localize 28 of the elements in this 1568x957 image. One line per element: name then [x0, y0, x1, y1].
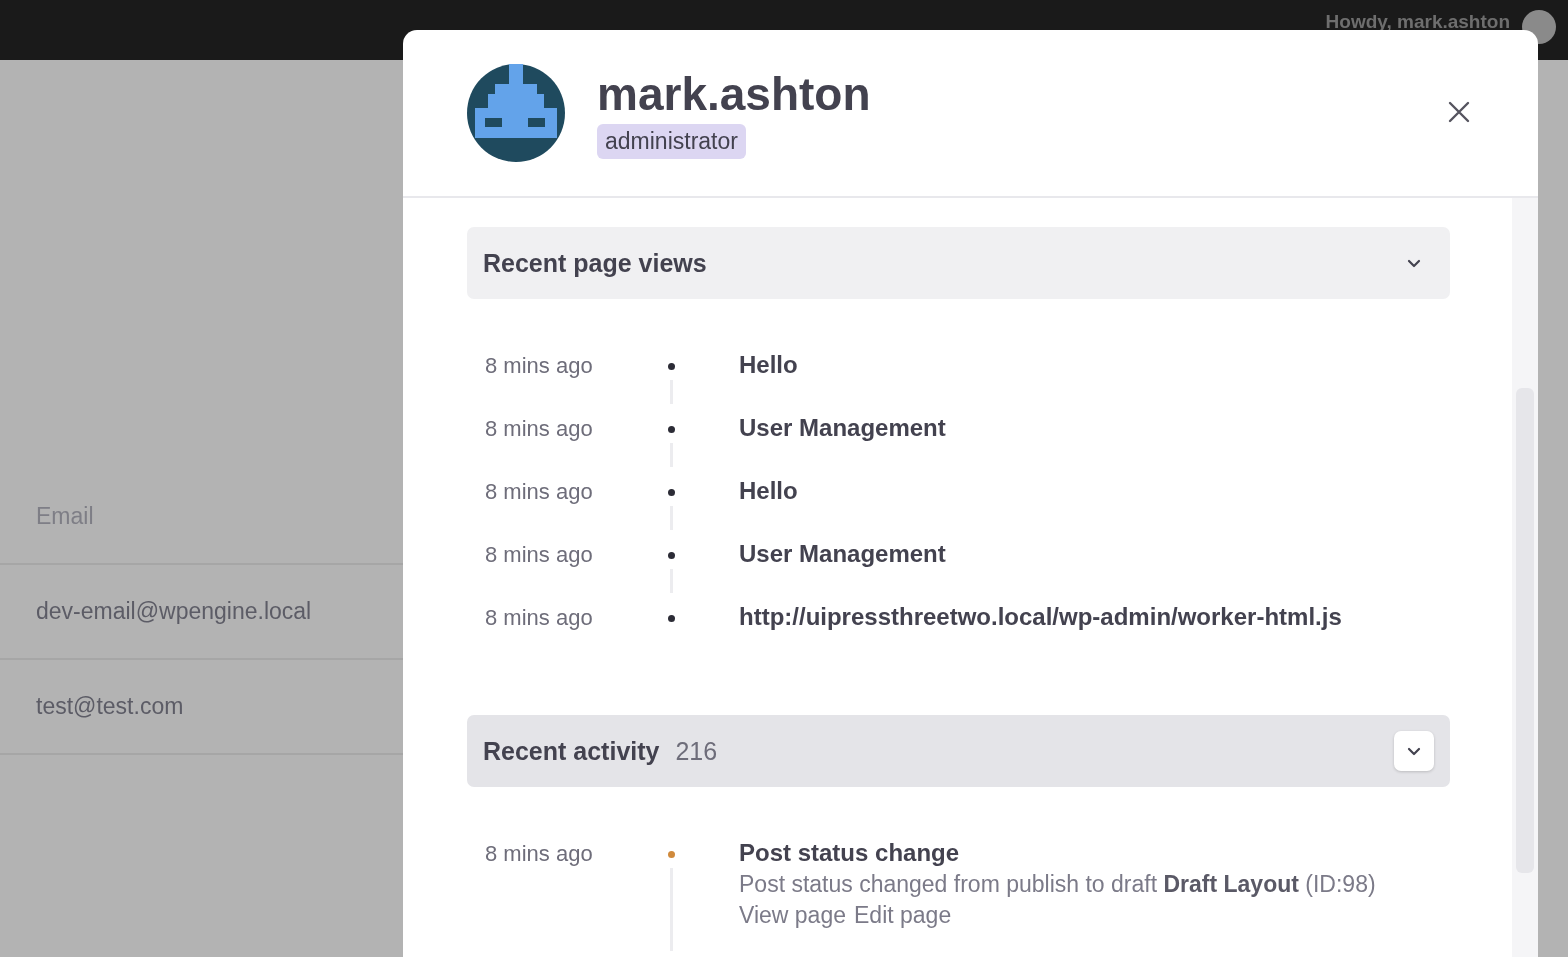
page-link[interactable]: View page — [739, 902, 846, 929]
section-header[interactable]: Recent page views — [467, 227, 1450, 299]
timestamp: 8 mins ago — [484, 415, 594, 442]
activity-description: Post status changed from publish to draft Draft Layout (ID:98) — [739, 871, 1377, 898]
collapse-button[interactable] — [1394, 731, 1434, 771]
section-title: Recent page views — [483, 248, 707, 278]
close-icon — [1448, 100, 1470, 123]
page-title[interactable]: User Management — [739, 414, 1450, 442]
page-link[interactable]: Edit page — [854, 902, 952, 929]
timestamp: 8 mins ago — [484, 541, 594, 568]
timestamp: 8 mins ago — [484, 478, 594, 505]
greeting-text: Howdy, mark.ashton — [1325, 12, 1510, 32]
avatar-icon — [467, 64, 565, 162]
chevron-down-icon — [1407, 746, 1421, 756]
activity-title: Post status change — [739, 839, 961, 867]
count-text: 216 — [675, 736, 718, 766]
username: mark.ashton — [597, 67, 871, 120]
page-title[interactable]: User Management — [739, 540, 1450, 568]
section-title: Recent activity — [483, 736, 660, 766]
page-title[interactable]: Hello — [739, 477, 1450, 505]
timestamp: 8 mins ago — [484, 352, 594, 379]
chevron-down-icon — [1407, 258, 1421, 268]
page-title[interactable]: Hello — [739, 351, 1450, 379]
role-badge: administrator — [597, 123, 746, 159]
page-title[interactable]: http://uipressthreetwo.local/wp-admin/worker-html.js — [739, 603, 1450, 631]
timestamp: 8 mins ago — [484, 604, 594, 631]
section-header[interactable]: Recent activity 216 — [467, 715, 1450, 787]
timestamp: 8 mins ago — [484, 840, 594, 867]
